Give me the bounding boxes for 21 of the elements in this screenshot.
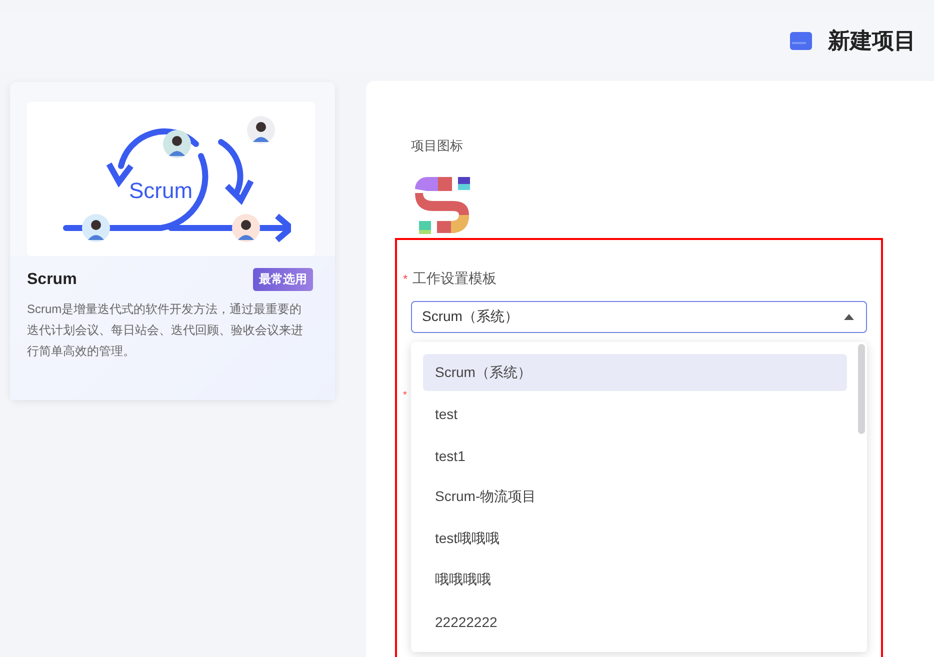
dropdown-option[interactable]: test — [423, 396, 847, 432]
scrollbar-thumb[interactable] — [858, 344, 865, 434]
template-card[interactable]: Scrum Scrum 最常选用 Scrum是增量迭代式的软件开发方法，通过最重要的迭代计划会议、每日站会、迭代回顾、验收会议来进行简单高效的管理。 — [10, 82, 335, 400]
dropdown-option[interactable]: 22222222 — [423, 603, 847, 640]
scrum-cycle-drawing: Scrum — [51, 106, 291, 256]
dropdown-option[interactable]: test1 — [423, 437, 847, 474]
popular-badge: 最常选用 — [253, 268, 313, 291]
dropdown-option[interactable]: Scrum-物流项目 — [423, 478, 847, 516]
dropdown-option[interactable]: Scrum（系统） — [423, 354, 847, 391]
page-title: 新建项目 — [828, 27, 916, 55]
field-label: 项目图标 — [411, 137, 463, 155]
template-name: Scrum — [27, 270, 77, 288]
required-mark: * — [403, 390, 407, 401]
dropdown-option[interactable]: test哦哦哦 — [423, 520, 847, 557]
required-mark: * — [403, 272, 408, 286]
template-description: Scrum是增量迭代式的软件开发方法，通过最重要的迭代计划会议、每日站会、迭代回顾、验收会议来进行简单高效的管理。 — [27, 301, 304, 360]
field-label: 工作设置模板 — [412, 270, 497, 288]
template-select[interactable]: Scrum（系统） — [411, 301, 867, 333]
project-icon — [790, 32, 812, 50]
dropdown-option[interactable]: 哦哦哦哦 — [423, 562, 847, 598]
caret-icon — [844, 314, 854, 320]
